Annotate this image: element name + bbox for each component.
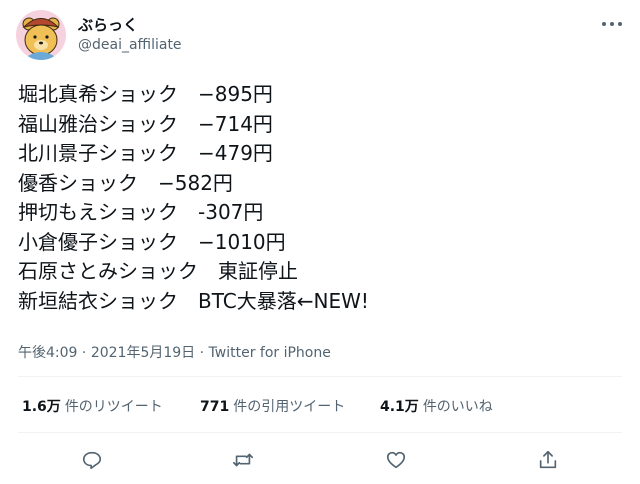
likes-stat[interactable]: 4.1万 件のいいね [380, 396, 493, 416]
tweet-time[interactable]: 午後4:09 [18, 345, 77, 361]
tweet-line: 福山雅治ショック −714円 [18, 111, 273, 136]
share-icon [539, 450, 557, 469]
tweet-line: 石原さとみショック 東証停止 [18, 259, 298, 283]
retweets-count: 1.6万 [22, 399, 61, 415]
tweet-text: 堀北真希ショック −895円 福山雅治ショック −714円 北川景子ショック −… [18, 80, 618, 316]
quotes-stat[interactable]: 771 件の引用ツイート [200, 396, 345, 416]
meta-separator: · [77, 345, 91, 361]
tweet-source[interactable]: Twitter for iPhone [209, 345, 331, 361]
tweet-card: ぶらっく @deai_affiliate 堀北真希ショック −895円 福山雅治… [0, 0, 640, 484]
retweet-button[interactable] [230, 447, 256, 473]
tweet-date[interactable]: 2021年5月19日 [91, 345, 195, 361]
reply-icon [82, 451, 102, 470]
tweet-line: 新垣結衣ショック BTC大暴落←NEW! [18, 288, 369, 313]
reply-button[interactable] [79, 447, 105, 473]
author-handle[interactable]: @deai_affiliate [78, 37, 182, 53]
tweet-line: 北川景子ショック −479円 [18, 141, 273, 165]
like-button[interactable] [383, 447, 409, 473]
more-icon[interactable] [602, 14, 622, 34]
quotes-count: 771 [200, 399, 230, 415]
share-button[interactable] [535, 447, 561, 473]
meta-separator: · [195, 345, 209, 361]
tweet-line: 小倉優子ショック −1010円 [18, 229, 286, 254]
tweet-metadata: 午後4:09 · 2021年5月19日 · Twitter for iPhone [18, 342, 331, 362]
tweet-line: 堀北真希ショック −895円 [18, 82, 273, 106]
retweets-stat[interactable]: 1.6万 件のリツイート [22, 396, 163, 416]
likes-count: 4.1万 [380, 399, 419, 415]
heart-icon [386, 451, 406, 469]
divider [18, 376, 622, 377]
likes-label: 件のいいね [422, 399, 493, 415]
tweet-line: 優香ショック −582円 [18, 170, 233, 195]
quotes-label: 件の引用ツイート [233, 399, 346, 415]
tweet-line: 押切もえショック -307円 [18, 200, 264, 224]
retweets-label: 件のリツイート [64, 399, 163, 415]
author-name[interactable]: ぶらっく [78, 14, 138, 35]
bear-avatar[interactable] [16, 10, 66, 60]
divider [18, 432, 622, 433]
retweet-icon [233, 453, 253, 467]
action-bar [0, 447, 640, 473]
